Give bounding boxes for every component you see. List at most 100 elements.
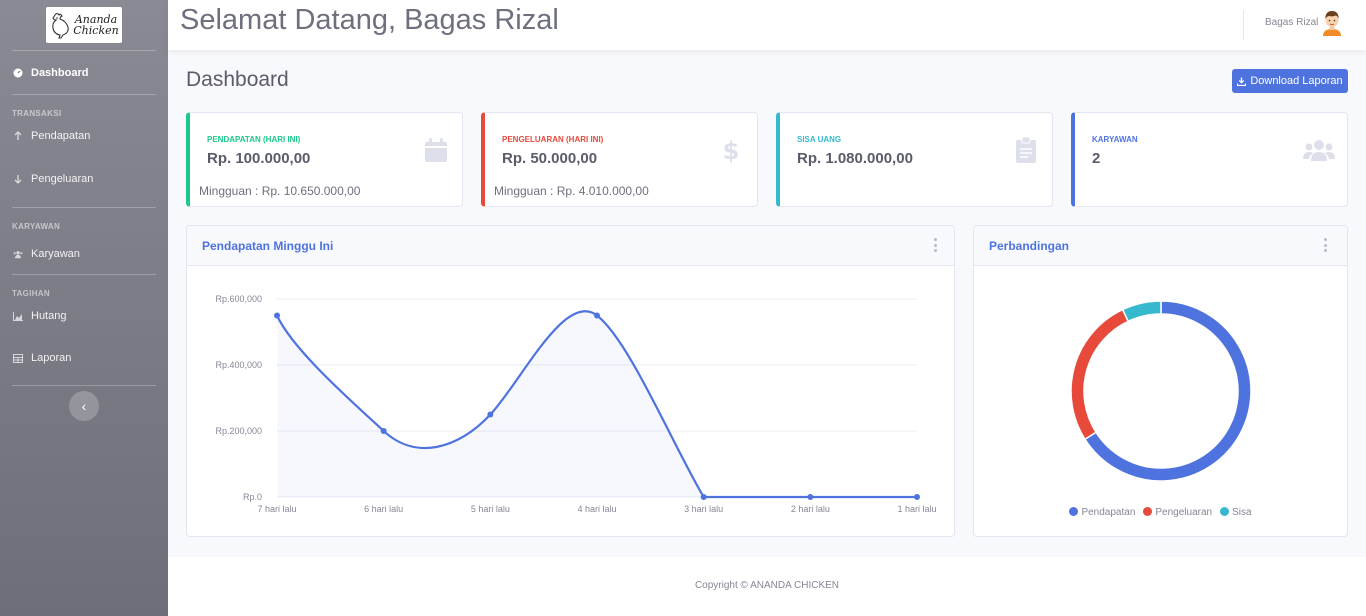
user-name[interactable]: Bagas Rizal — [1265, 17, 1318, 28]
sidebar-item-dashboard[interactable]: Dashboard — [0, 52, 168, 94]
topbar: Selamat Datang, Bagas Rizal Bagas Rizal — [168, 0, 1366, 50]
x-tick-label: 5 hari lalu — [471, 504, 510, 514]
brand[interactable]: Ananda Chicken — [0, 0, 168, 50]
sidebar-item-hutang[interactable]: Hutang — [0, 301, 168, 331]
stat-value: Rp. 100.000,00 — [207, 150, 311, 167]
stat-card-pendapatan: PENDAPATAN (HARI INI) Rp. 100.000,00 Min… — [186, 112, 463, 207]
download-report-label: Download Laporan — [1250, 75, 1343, 87]
sidebar-item-label: Hutang — [31, 310, 67, 322]
users-icon — [13, 249, 23, 259]
area-chart-title: Pendapatan Minggu Ini — [202, 239, 334, 253]
data-point[interactable] — [274, 312, 280, 319]
sidebar-toggle-button[interactable]: ‹ — [69, 391, 99, 421]
y-tick-label: Rp.0 — [243, 492, 262, 502]
brand-logo-text: Ananda Chicken — [73, 13, 119, 37]
sidebar-item-label: Laporan — [31, 352, 72, 364]
stat-card-karyawan: KARYAWAN 2 — [1071, 112, 1348, 207]
sidebar-item-label: Pendapatan — [31, 130, 91, 142]
sidebar-heading-tagihan: TAGIHAN — [12, 289, 50, 298]
area-chart-header: Pendapatan Minggu Ini — [187, 226, 954, 266]
svg-text:$: $ — [723, 137, 739, 163]
x-tick-label: 4 hari lalu — [577, 504, 616, 514]
stat-label: KARYAWAN — [1092, 135, 1138, 144]
stat-card-pengeluaran: PENGELUARAN (HARI INI) Rp. 50.000,00 Min… — [481, 112, 758, 207]
data-point[interactable] — [594, 312, 600, 319]
data-point[interactable] — [914, 494, 920, 500]
legend-swatch — [1143, 507, 1153, 516]
sidebar-item-laporan[interactable]: Laporan — [0, 331, 168, 385]
stat-value: Rp. 1.080.000,00 — [797, 150, 913, 167]
sidebar-item-label: Pengeluaran — [31, 173, 94, 185]
pie-legend: Pendapatan Pengeluaran Sisa — [974, 507, 1347, 518]
legend-item[interactable]: Sisa — [1220, 507, 1252, 518]
chart-area-icon — [13, 311, 23, 321]
page-title: Dashboard — [186, 68, 289, 91]
pie-chart-header: Perbandingan — [974, 226, 1347, 266]
x-tick-label: 7 hari lalu — [257, 504, 296, 514]
y-tick-label: Rp.600,000 — [215, 294, 262, 304]
more-vertical-icon[interactable] — [932, 238, 938, 252]
welcome-heading: Selamat Datang, Bagas Rizal — [180, 4, 559, 36]
stat-value: Rp. 50.000,00 — [502, 150, 598, 167]
footer: Copyright © ANANDA CHICKEN — [168, 557, 1366, 616]
stat-value: 2 — [1092, 150, 1101, 167]
y-tick-label: Rp.200,000 — [215, 426, 262, 436]
data-point[interactable] — [807, 494, 814, 500]
sidebar-item-pengeluaran[interactable]: Pengeluaran — [0, 151, 168, 207]
topbar-divider — [1243, 10, 1244, 40]
data-point[interactable] — [380, 428, 387, 434]
chevron-left-icon: ‹ — [81, 398, 87, 414]
pie-chart-card: Perbandingan Pendapatan Pengeluaran Sisa — [973, 225, 1348, 537]
legend-label: Sisa — [1232, 507, 1252, 518]
legend-item[interactable]: Pendapatan — [1069, 507, 1135, 518]
stat-card-sisa-uang: SISA UANG Rp. 1.080.000,00 — [776, 112, 1053, 207]
y-tick-label: Rp.400,000 — [215, 360, 262, 370]
x-tick-label: 6 hari lalu — [364, 504, 403, 514]
stat-label: SISA UANG — [797, 135, 842, 144]
table-icon — [13, 353, 23, 363]
pie-chart-title: Perbandingan — [989, 239, 1070, 253]
clipboard-icon — [1014, 137, 1038, 163]
legend-label: Pengeluaran — [1155, 507, 1213, 518]
legend-label: Pendapatan — [1081, 507, 1136, 518]
x-tick-label: 1 hari lalu — [897, 504, 936, 514]
sidebar-heading-karyawan: KARYAWAN — [12, 222, 61, 231]
doughnut-chart — [1070, 300, 1252, 482]
download-report-button[interactable]: Download Laporan — [1232, 69, 1348, 93]
pie-slice-sisa[interactable] — [1121, 300, 1162, 323]
legend-swatch — [1220, 507, 1230, 516]
arrow-up-icon — [13, 131, 23, 141]
dollar-icon: $ — [719, 137, 743, 163]
area-fill — [277, 311, 917, 497]
sidebar-item-label: Dashboard — [31, 67, 89, 79]
gauge-icon — [13, 68, 23, 78]
sidebar-divider — [12, 50, 156, 51]
x-tick-label: 3 hari lalu — [684, 504, 723, 514]
users-icon — [1303, 137, 1335, 163]
pie-slice-pengeluaran[interactable] — [1070, 308, 1130, 441]
chicken-icon — [52, 12, 69, 39]
stat-weekly: Mingguan : Rp. 10.650.000,00 — [199, 184, 361, 198]
avatar[interactable] — [1321, 10, 1343, 36]
more-vertical-icon[interactable] — [1322, 238, 1328, 252]
area-chart: Rp.0 Rp.200,000 Rp.400,000 Rp.600,000 7 hari… — [215, 294, 936, 514]
stat-weekly: Mingguan : Rp. 4.010.000,00 — [494, 184, 649, 198]
sidebar-heading-transaksi: TRANSAKSI — [12, 109, 62, 118]
x-tick-label: 2 hari lalu — [791, 504, 830, 514]
sidebar: Ananda Chicken Dashboard TRANSAKSI Penda… — [0, 0, 168, 616]
sidebar-item-label: Karyawan — [31, 248, 80, 260]
copyright-text: Copyright © ANANDA CHICKEN — [694, 580, 840, 591]
brand-logo[interactable]: Ananda Chicken — [46, 7, 122, 43]
calendar-icon — [424, 137, 448, 163]
arrow-down-icon — [13, 174, 23, 184]
legend-item[interactable]: Pengeluaran — [1143, 507, 1212, 518]
legend-swatch — [1069, 507, 1079, 516]
data-point[interactable] — [487, 411, 494, 418]
area-chart-card: Pendapatan Minggu Ini Rp.0 Rp.200,000 Rp.4… — [186, 225, 955, 537]
stat-label: PENDAPATAN (HARI INI) — [207, 135, 301, 144]
data-point[interactable] — [700, 494, 707, 500]
sidebar-item-pendapatan[interactable]: Pendapatan — [0, 121, 168, 151]
download-icon — [1237, 77, 1247, 86]
sidebar-item-karyawan[interactable]: Karyawan — [0, 234, 168, 274]
sidebar-divider — [12, 385, 156, 386]
